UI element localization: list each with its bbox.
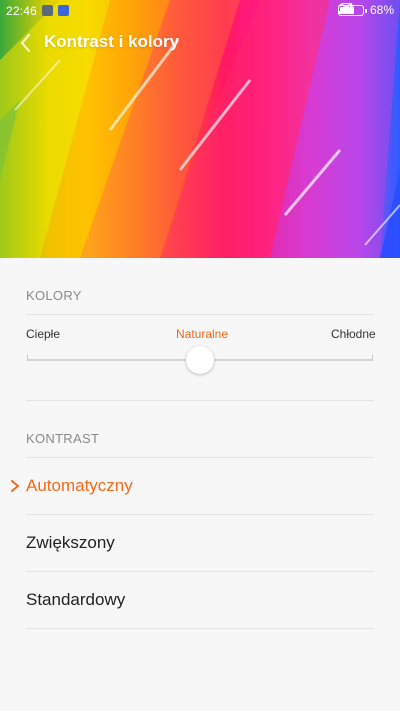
back-button[interactable] (14, 30, 38, 56)
battery-level (339, 6, 354, 14)
section-label-colors: KOLORY (26, 288, 82, 303)
option-increased[interactable]: Zwiększony (0, 515, 400, 571)
chevron-left-icon (21, 34, 30, 52)
header-image: 22:46 68% Kontrast i kolory (0, 0, 400, 258)
option-automatic[interactable]: Automatyczny (0, 458, 400, 514)
notification-app-icon (42, 5, 53, 16)
status-time: 22:46 (6, 4, 38, 18)
scale-label-warm: Ciepłe (26, 327, 61, 341)
scale-label-cool: Chłodne (331, 327, 376, 341)
divider (26, 628, 374, 629)
chevron-right-icon (11, 480, 19, 492)
page-title: Kontrast i kolory (44, 32, 180, 51)
battery-percent: 68% (369, 3, 394, 17)
scale-label-natural: Naturalne (176, 327, 229, 341)
status-bar: 22:46 68% (0, 0, 400, 24)
option-standard[interactable]: Standardowy (0, 572, 400, 628)
notification-clock-icon (58, 5, 69, 16)
divider (26, 400, 374, 401)
option-label: Automatyczny (26, 476, 133, 495)
divider (26, 314, 374, 315)
status-icons: 68% (337, 3, 394, 17)
option-label: Zwiększony (26, 533, 115, 552)
battery-icon (337, 4, 367, 16)
slider-thumb[interactable] (186, 346, 214, 374)
option-label: Standardowy (26, 590, 126, 609)
title-bar: Kontrast i kolory (0, 28, 400, 58)
settings-content: KOLORY Ciepłe Naturalne Chłodne KONTRAST… (0, 258, 400, 711)
section-label-contrast: KONTRAST (26, 431, 100, 446)
